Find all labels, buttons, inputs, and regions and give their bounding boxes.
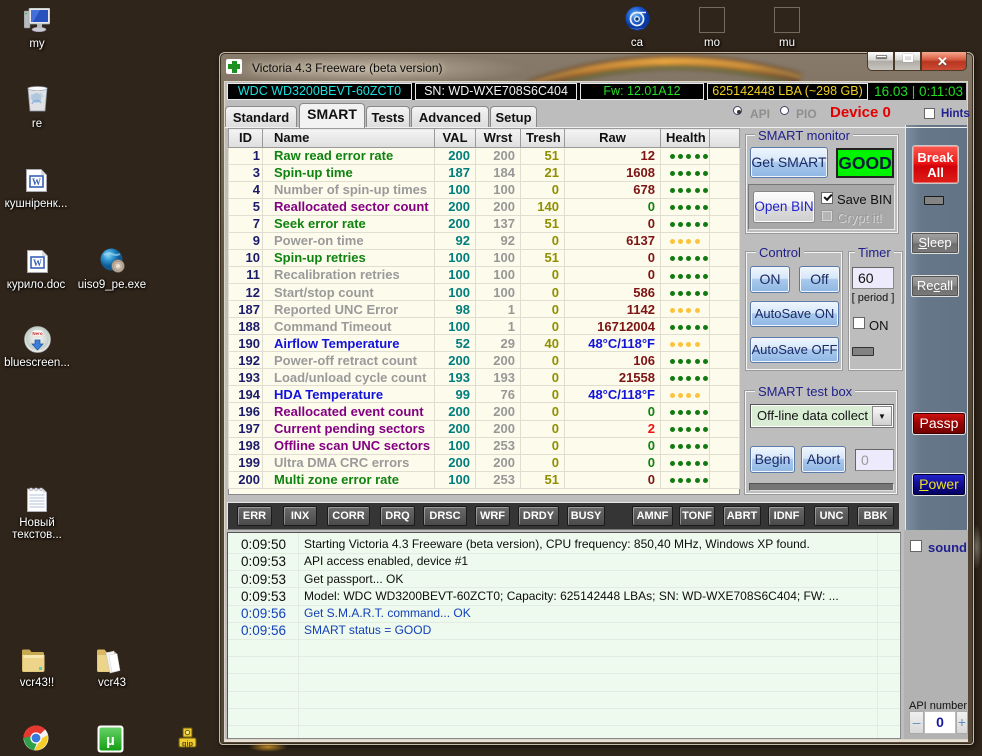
- svg-text:W: W: [33, 258, 42, 268]
- svg-text:µ: µ: [106, 732, 115, 749]
- svg-text:qip: qip: [182, 739, 194, 748]
- svg-text:Nero: Nero: [32, 331, 43, 336]
- svg-text:W: W: [32, 177, 41, 187]
